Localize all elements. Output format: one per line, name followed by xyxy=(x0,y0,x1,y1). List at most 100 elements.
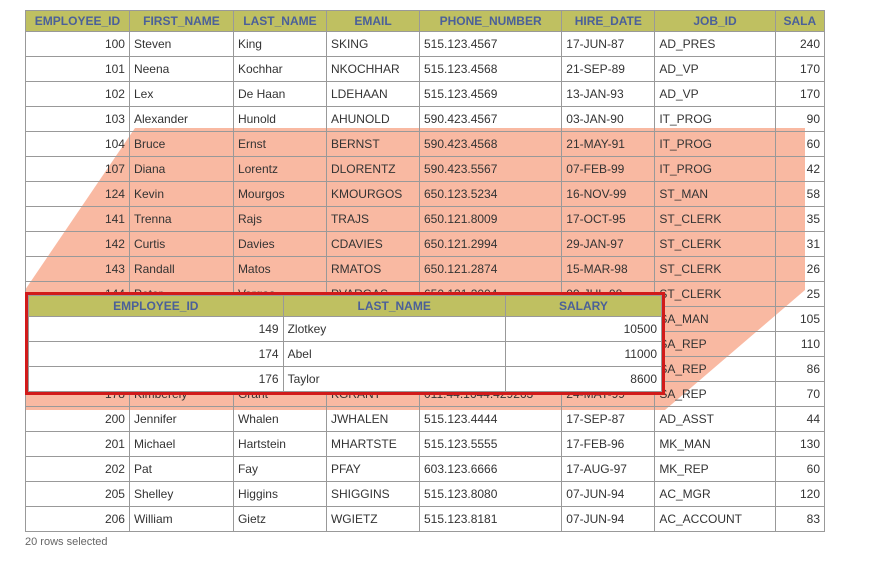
cell: 17-AUG-97 xyxy=(562,457,655,482)
cell: Curtis xyxy=(129,232,233,257)
cell: 107 xyxy=(26,157,130,182)
cell: CDAVIES xyxy=(326,232,419,257)
cell: Alexander xyxy=(129,107,233,132)
cell: ST_CLERK xyxy=(655,282,775,307)
cell: ST_CLERK xyxy=(655,257,775,282)
cell: 130 xyxy=(775,432,824,457)
cell: 142 xyxy=(26,232,130,257)
cell: AHUNOLD xyxy=(326,107,419,132)
cell: 17-SEP-87 xyxy=(562,407,655,432)
table-row: 201MichaelHartsteinMHARTSTE515.123.55551… xyxy=(26,432,825,457)
cell: 07-JUN-94 xyxy=(562,482,655,507)
col-phone_number: PHONE_NUMBER xyxy=(420,11,562,32)
cell: ST_CLERK xyxy=(655,207,775,232)
cell: SA_REP xyxy=(655,357,775,382)
cell: Kochhar xyxy=(233,57,326,82)
cell: 31 xyxy=(775,232,824,257)
cell: AC_MGR xyxy=(655,482,775,507)
cell: 149 xyxy=(29,317,284,342)
table-row: 102LexDe HaanLDEHAAN515.123.456913-JAN-9… xyxy=(26,82,825,107)
cell: Shelley xyxy=(129,482,233,507)
cell: LDEHAAN xyxy=(326,82,419,107)
cell: 515.123.4569 xyxy=(420,82,562,107)
table-row: 149Zlotkey10500 xyxy=(29,317,662,342)
cell: 21-MAY-91 xyxy=(562,132,655,157)
cell: 103 xyxy=(26,107,130,132)
col-first_name: FIRST_NAME xyxy=(129,11,233,32)
diagram-wrap: EMPLOYEE_IDFIRST_NAMELAST_NAMEEMAILPHONE… xyxy=(25,10,825,548)
cell: Gietz xyxy=(233,507,326,532)
cell: Trenna xyxy=(129,207,233,232)
table-row: 103AlexanderHunoldAHUNOLD590.423.456703-… xyxy=(26,107,825,132)
cell: 650.121.8009 xyxy=(420,207,562,232)
col-hire_date: HIRE_DATE xyxy=(562,11,655,32)
cell: 29-JAN-97 xyxy=(562,232,655,257)
cell: SKING xyxy=(326,32,419,57)
table-row: 142CurtisDaviesCDAVIES650.121.299429-JAN… xyxy=(26,232,825,257)
cell: 170 xyxy=(775,57,824,82)
cell: Matos xyxy=(233,257,326,282)
col-employee_id: EMPLOYEE_ID xyxy=(26,11,130,32)
cell: AD_ASST xyxy=(655,407,775,432)
cell: Taylor xyxy=(283,367,505,392)
cell: SHIGGINS xyxy=(326,482,419,507)
cell: Zlotkey xyxy=(283,317,505,342)
cell: PFAY xyxy=(326,457,419,482)
cell: Ernst xyxy=(233,132,326,157)
cell: 90 xyxy=(775,107,824,132)
cell: 206 xyxy=(26,507,130,532)
cell: RMATOS xyxy=(326,257,419,282)
cell: 515.123.4567 xyxy=(420,32,562,57)
table-row: 104BruceErnstBERNST590.423.456821-MAY-91… xyxy=(26,132,825,157)
cell: DLORENTZ xyxy=(326,157,419,182)
col-last_name: LAST_NAME xyxy=(233,11,326,32)
table-row: 100StevenKingSKING515.123.456717-JUN-87A… xyxy=(26,32,825,57)
cell: Davies xyxy=(233,232,326,257)
cell: De Haan xyxy=(233,82,326,107)
cell: 60 xyxy=(775,457,824,482)
cell: 110 xyxy=(775,332,824,357)
cell: 603.123.6666 xyxy=(420,457,562,482)
cell: SA_REP xyxy=(655,332,775,357)
cell: 515.123.4568 xyxy=(420,57,562,82)
col-last_name: LAST_NAME xyxy=(283,296,505,317)
cell: Fay xyxy=(233,457,326,482)
cell: 13-JAN-93 xyxy=(562,82,655,107)
cell: 03-JAN-90 xyxy=(562,107,655,132)
cell: 16-NOV-99 xyxy=(562,182,655,207)
cell: 35 xyxy=(775,207,824,232)
cell: 201 xyxy=(26,432,130,457)
cell: Michael xyxy=(129,432,233,457)
cell: AD_PRES xyxy=(655,32,775,57)
cell: 650.121.2874 xyxy=(420,257,562,282)
cell: 42 xyxy=(775,157,824,182)
cell: Steven xyxy=(129,32,233,57)
cell: 200 xyxy=(26,407,130,432)
cell: Abel xyxy=(283,342,505,367)
table-row: 124KevinMourgosKMOURGOS650.123.523416-NO… xyxy=(26,182,825,207)
cell: SA_MAN xyxy=(655,307,775,332)
cell: 170 xyxy=(775,82,824,107)
cell: JWHALEN xyxy=(326,407,419,432)
cell: 104 xyxy=(26,132,130,157)
col-employee_id: EMPLOYEE_ID xyxy=(29,296,284,317)
cell: 590.423.5567 xyxy=(420,157,562,182)
cell: Bruce xyxy=(129,132,233,157)
subquery-result-overlay: EMPLOYEE_IDLAST_NAMESALARY 149Zlotkey105… xyxy=(25,292,665,395)
cell: 120 xyxy=(775,482,824,507)
table-row: 174Abel11000 xyxy=(29,342,662,367)
cell: King xyxy=(233,32,326,57)
cell: 10500 xyxy=(505,317,661,342)
table-header-row: EMPLOYEE_IDLAST_NAMESALARY xyxy=(29,296,662,317)
cell: MK_MAN xyxy=(655,432,775,457)
cell: 25 xyxy=(775,282,824,307)
cell: 07-JUN-94 xyxy=(562,507,655,532)
table-row: 107DianaLorentzDLORENTZ590.423.556707-FE… xyxy=(26,157,825,182)
cell: Mourgos xyxy=(233,182,326,207)
cell: 86 xyxy=(775,357,824,382)
table-row: 200JenniferWhalenJWHALEN515.123.444417-S… xyxy=(26,407,825,432)
cell: 515.123.4444 xyxy=(420,407,562,432)
cell: Jennifer xyxy=(129,407,233,432)
cell: AC_ACCOUNT xyxy=(655,507,775,532)
table-row: 101NeenaKochharNKOCHHAR515.123.456821-SE… xyxy=(26,57,825,82)
